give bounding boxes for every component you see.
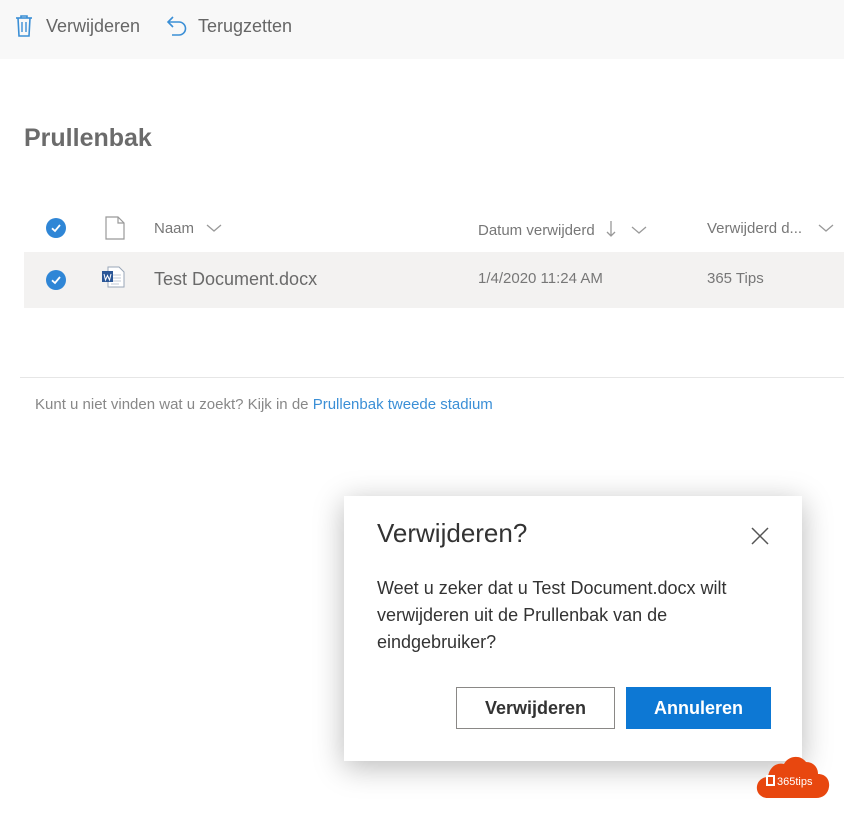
chevron-down-icon: [631, 226, 647, 234]
column-name-label: Naam: [154, 220, 195, 237]
close-icon: [751, 527, 769, 545]
delete-command-label: Verwijderen: [46, 15, 141, 36]
chevron-down-icon: [818, 224, 834, 232]
checkmark-icon: [51, 224, 61, 233]
chevron-down-icon: [206, 224, 222, 232]
column-date-header[interactable]: Datum verwijderd: [478, 220, 647, 239]
table-row[interactable]: Test Document.docx 1/4/2020 11:24 AM 365…: [24, 252, 844, 308]
word-doc-icon: [102, 266, 125, 288]
confirm-delete-button[interactable]: Verwijderen: [456, 687, 615, 729]
row-deleted-by: 365 Tips: [707, 270, 764, 287]
cancel-button[interactable]: Annuleren: [626, 687, 771, 729]
dialog-close-button[interactable]: [748, 524, 772, 548]
delete-command[interactable]: Verwijderen: [14, 14, 140, 38]
row-checkbox[interactable]: [46, 270, 66, 290]
second-stage-recycle-bin-link[interactable]: Prullenbak tweede stadium: [313, 396, 493, 413]
list-header: Naam Datum verwijderd Verwijderd d...: [24, 208, 844, 248]
page-title: Prullenbak: [24, 124, 152, 152]
dialog-title: Verwijderen?: [377, 518, 528, 548]
hint-text: Kunt u niet vinden wat u zoekt? Kijk in …: [35, 396, 309, 413]
checkmark-icon: [51, 276, 61, 285]
restore-command-label: Terugzetten: [198, 15, 293, 36]
file-type-icon: [105, 216, 125, 240]
second-stage-hint: Kunt u niet vinden wat u zoekt? Kijk in …: [35, 396, 493, 413]
column-deleted-by-header[interactable]: Verwijderd d...: [707, 220, 834, 237]
column-date-label: Datum verwijderd: [478, 222, 595, 239]
divider: [20, 377, 844, 378]
row-date-deleted: 1/4/2020 11:24 AM: [478, 270, 603, 287]
sort-down-arrow-icon: [606, 221, 616, 237]
trash-icon: [16, 15, 32, 37]
watermark-logo: 365tips: [756, 752, 830, 800]
command-bar: Verwijderen Terugzetten: [0, 0, 844, 59]
select-all-checkbox[interactable]: [46, 218, 66, 238]
dialog-message: Weet u zeker dat u Test Document.docx wi…: [377, 578, 727, 652]
undo-icon: [166, 16, 187, 36]
watermark-text: 365tips: [777, 776, 813, 788]
confirm-delete-dialog: Verwijderen? Weet u zeker dat u Test Doc…: [344, 496, 802, 761]
row-file-name[interactable]: Test Document.docx: [154, 269, 317, 290]
column-deleted-by-label: Verwijderd d...: [707, 220, 803, 237]
cloud-logo-icon: 365tips: [756, 756, 830, 798]
restore-command[interactable]: Terugzetten: [166, 14, 292, 38]
column-name-header[interactable]: Naam: [154, 220, 222, 237]
